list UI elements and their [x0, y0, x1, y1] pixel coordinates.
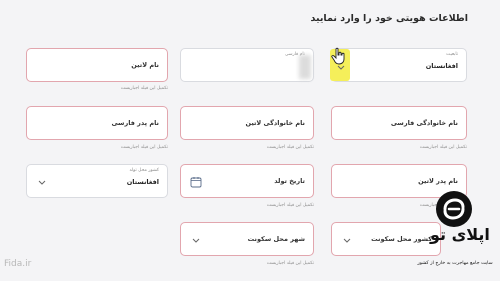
residence-city-helper: تکمیل این فیلد اجباریست — [266, 261, 314, 266]
latin-name-helper: تکمیل این فیلد اجباریست — [120, 86, 168, 91]
hand-pointer-icon — [331, 47, 345, 65]
persian-family-label: نام خانوادگی فارسی — [390, 119, 458, 127]
nationality-value: افغانستان — [425, 62, 458, 70]
calendar-icon[interactable] — [190, 176, 202, 188]
birth-country-label: کشور محل تولد — [129, 168, 159, 173]
persian-family-helper: تکمیل این فیلد اجباریست — [419, 145, 467, 150]
birth-date-helper: تکمیل این فیلد اجباریست — [266, 203, 314, 208]
residence-city-label: شهر محل سکونت — [247, 235, 305, 243]
latin-family-label: نام خانوادگی لاتین — [245, 119, 305, 127]
chevron-down-icon[interactable] — [191, 235, 201, 245]
fida-watermark: Fida.ir — [4, 259, 32, 269]
logo-emblem-icon — [436, 191, 472, 227]
chevron-down-icon[interactable] — [342, 235, 352, 245]
logo-subtitle: سایت جامع مهاجرت به خارج از کشور — [417, 261, 493, 266]
father-persian-label: نام پدر فارسی — [111, 119, 159, 127]
blurred-content — [299, 55, 311, 79]
nationality-select[interactable]: تابعیت افغانستان — [331, 48, 467, 82]
latin-family-field[interactable]: نام خانوادگی لاتین — [180, 106, 314, 140]
applyto-logo: اپلای تو سایت جامع مهاجرت به خارج از کشو… — [412, 191, 498, 275]
chevron-down-icon[interactable] — [37, 177, 47, 187]
birth-country-value: افغانستان — [126, 178, 159, 186]
logo-text: اپلای تو — [430, 225, 490, 244]
residence-city-select[interactable]: شهر محل سکونت — [180, 222, 314, 256]
birth-date-label: تاریخ تولد — [274, 177, 305, 185]
nationality-label: تابعیت — [446, 52, 458, 57]
latin-family-helper: تکمیل این فیلد اجباریست — [266, 145, 314, 150]
page-title: اطلاعات هویتی خود را وارد نمایید — [310, 13, 468, 24]
persian-name-field[interactable]: نام فارسی — [180, 48, 314, 82]
latin-name-label: نام لاتین — [131, 61, 159, 69]
birth-country-select[interactable]: کشور محل تولد افغانستان — [26, 164, 168, 198]
latin-name-field[interactable]: نام لاتین — [26, 48, 168, 82]
father-persian-helper: تکمیل این فیلد اجباریست — [120, 145, 168, 150]
father-persian-field[interactable]: نام پدر فارسی — [26, 106, 168, 140]
birth-date-field[interactable]: تاریخ تولد — [180, 164, 314, 198]
father-latin-label: نام پدر لاتین — [418, 177, 458, 185]
persian-family-field[interactable]: نام خانوادگی فارسی — [331, 106, 467, 140]
